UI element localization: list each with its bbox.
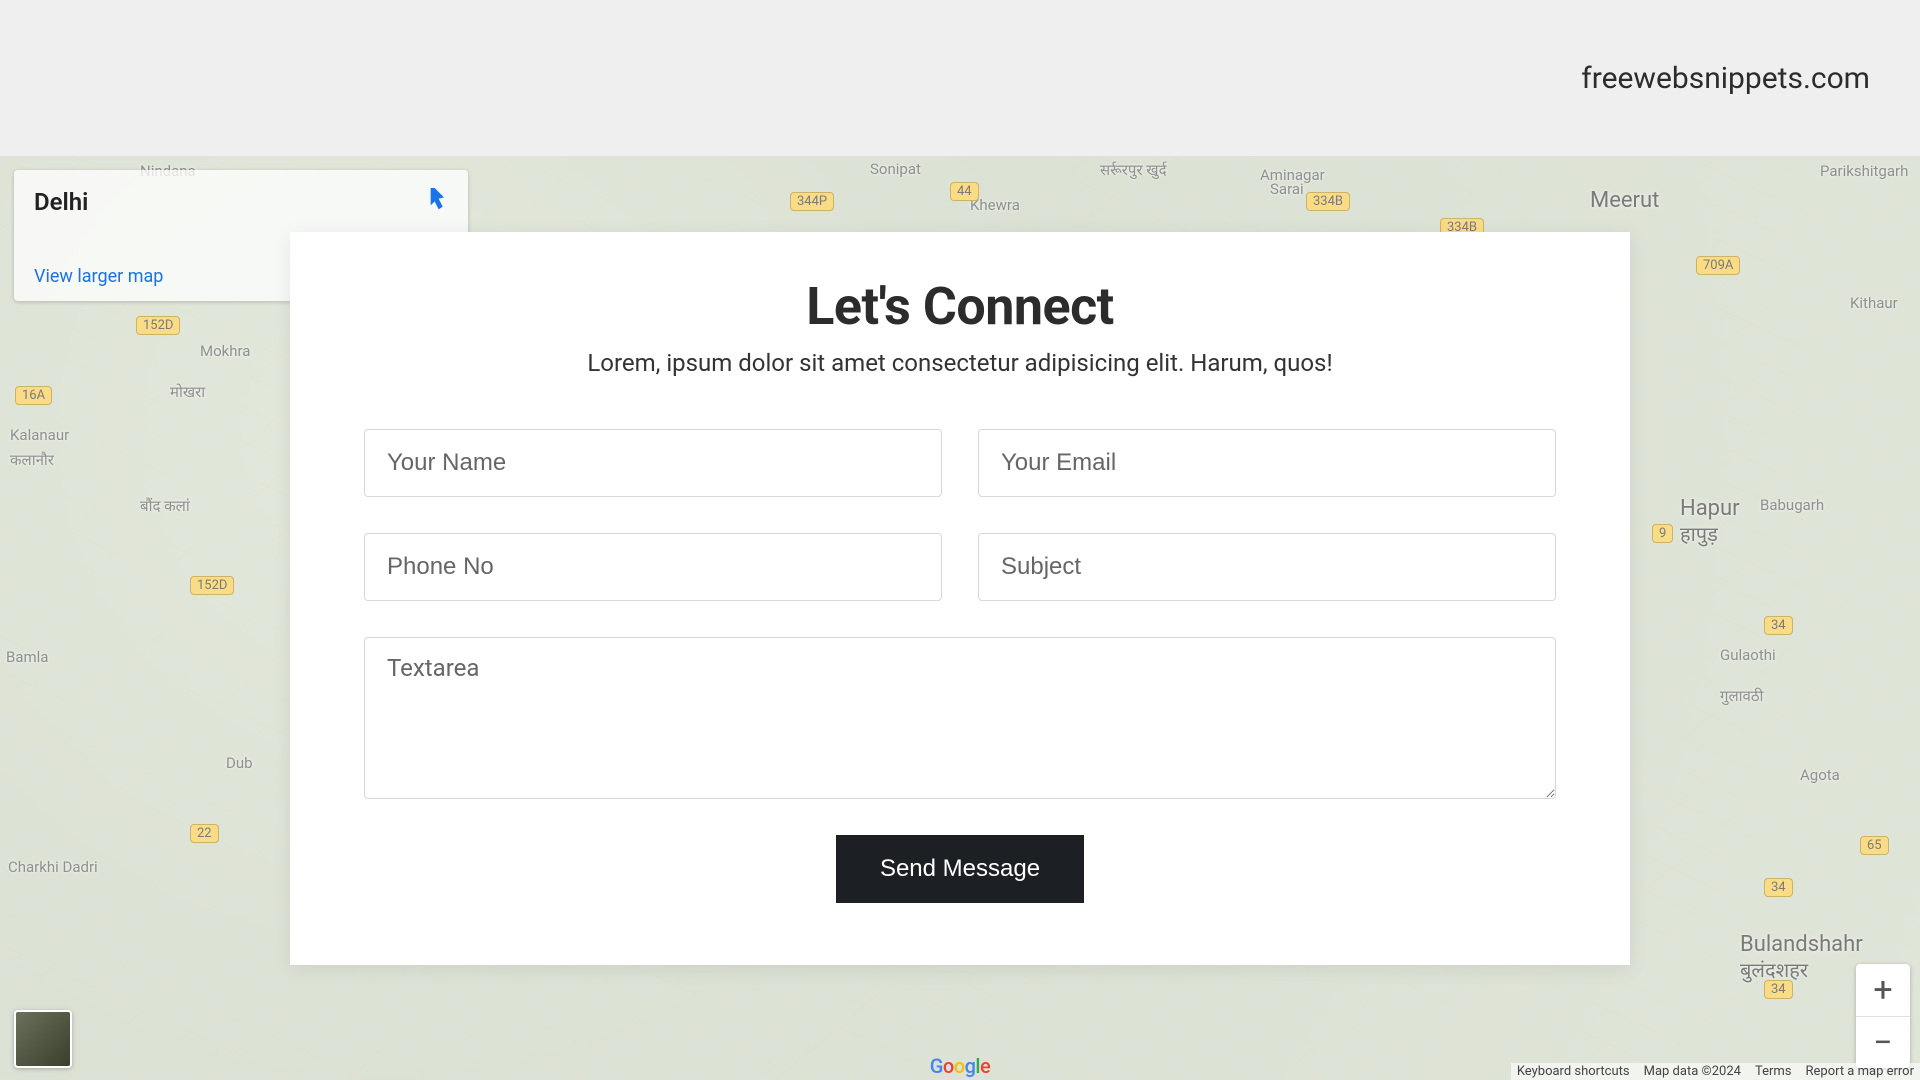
name-input[interactable] [364, 429, 942, 497]
view-larger-map-link[interactable]: View larger map [34, 266, 163, 287]
zoom-controls: + − [1856, 964, 1910, 1068]
page-header: freewebsnippets.com [0, 0, 1920, 156]
message-textarea[interactable] [364, 637, 1556, 799]
form-title: Let's Connect [364, 276, 1556, 337]
satellite-toggle[interactable] [14, 1010, 72, 1068]
contact-form-card: Let's Connect Lorem, ipsum dolor sit ame… [290, 232, 1630, 965]
subject-input[interactable] [978, 533, 1556, 601]
map-place-title: Delhi [34, 188, 448, 216]
zoom-in-button[interactable]: + [1856, 964, 1910, 1016]
directions-icon[interactable] [416, 184, 448, 216]
phone-input[interactable] [364, 533, 942, 601]
send-message-button[interactable]: Send Message [836, 835, 1084, 903]
map[interactable]: Nindana Sonipat सर्रूरपुर खुर्द Aminagar… [0, 156, 1920, 1080]
zoom-out-button[interactable]: − [1856, 1016, 1910, 1068]
site-link[interactable]: freewebsnippets.com [1581, 61, 1870, 96]
email-input[interactable] [978, 429, 1556, 497]
form-subtitle: Lorem, ipsum dolor sit amet consectetur … [364, 349, 1556, 377]
